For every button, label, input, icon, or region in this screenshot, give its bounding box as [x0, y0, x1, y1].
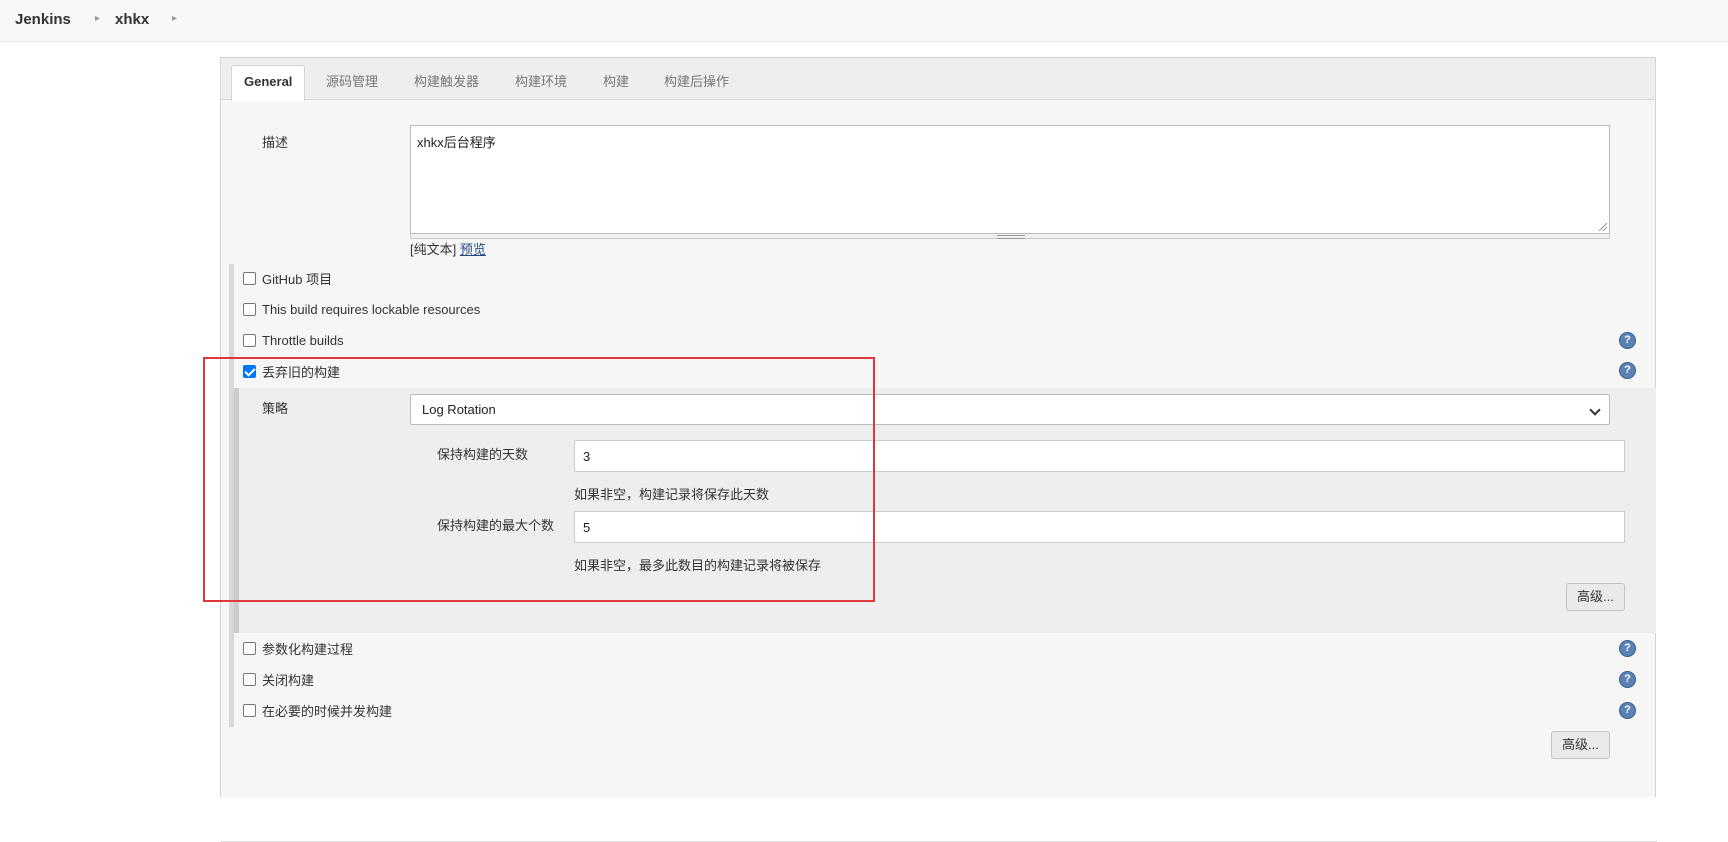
checkbox-label: Throttle builds [262, 332, 344, 348]
chevron-down-icon [1589, 404, 1601, 416]
description-label: 描述 [262, 135, 289, 150]
help-icon[interactable]: ? [1619, 640, 1636, 657]
description-textarea[interactable]: xhkx后台程序 [410, 125, 1610, 234]
checkbox-parameterized[interactable] [243, 641, 256, 655]
config-tabbar: General 源码管理 构建触发器 构建环境 构建 构建后操作 [221, 58, 1655, 101]
checkbox-concurrent-builds[interactable] [243, 703, 256, 717]
markup-format-note: [纯文本] 预览 [410, 239, 486, 258]
checkbox-lockable-resources[interactable] [243, 302, 256, 316]
tab-scm[interactable]: 源码管理 [326, 71, 378, 90]
advanced-button[interactable]: 高级... [1551, 731, 1610, 759]
option-github-project[interactable]: GitHub 项目 [243, 268, 332, 288]
tab-post-build[interactable]: 构建后操作 [664, 71, 729, 90]
option-throttle-builds[interactable]: Throttle builds [243, 330, 344, 350]
days-to-keep-hint: 如果非空，构建记录将保存此天数 [574, 487, 770, 502]
strategy-selected-value: Log Rotation [422, 402, 496, 417]
tab-environment[interactable]: 构建环境 [515, 71, 567, 90]
checkbox-label: 关闭构建 [262, 672, 315, 688]
checkbox-label: 参数化构建过程 [262, 641, 354, 657]
description-text: xhkx后台程序 [417, 135, 496, 150]
breadcrumb-job[interactable]: xhkx [115, 11, 149, 28]
checkbox-github-project[interactable] [243, 271, 256, 285]
advanced-button[interactable]: 高级... [1566, 583, 1625, 611]
markup-format-label: [纯文本] [410, 242, 457, 257]
days-to-keep-label: 保持构建的天数 [437, 447, 529, 462]
option-discard-old-builds[interactable]: 丢弃旧的构建 [243, 361, 340, 381]
breadcrumb-separator-icon: ▸ [95, 13, 101, 24]
checkbox-throttle-builds[interactable] [243, 333, 256, 347]
breadcrumb-separator-icon: ▸ [172, 13, 178, 24]
tab-build[interactable]: 构建 [603, 71, 629, 90]
max-builds-input[interactable]: 5 [574, 511, 1625, 543]
checkbox-label: This build requires lockable resources [262, 301, 481, 317]
option-concurrent-builds[interactable]: 在必要的时候并发构建 [243, 700, 392, 720]
breadcrumb: Jenkins ▸ xhkx ▸ [0, 0, 1728, 42]
strategy-label: 策略 [262, 401, 289, 416]
breadcrumb-jenkins[interactable]: Jenkins [15, 11, 71, 28]
checkbox-discard-old-builds[interactable] [243, 364, 256, 378]
help-icon[interactable]: ? [1619, 332, 1636, 349]
checkbox-label: 在必要的时候并发构建 [262, 703, 393, 719]
option-lockable-resources[interactable]: This build requires lockable resources [243, 299, 480, 319]
subsection-indicator-bar [234, 388, 239, 633]
help-icon[interactable]: ? [1619, 671, 1636, 688]
strategy-select[interactable]: Log Rotation [410, 394, 1610, 425]
textarea-grip[interactable] [410, 234, 1610, 239]
option-parameterized[interactable]: 参数化构建过程 [243, 638, 353, 658]
tab-triggers[interactable]: 构建触发器 [414, 71, 479, 90]
help-icon[interactable]: ? [1619, 362, 1636, 379]
job-config-panel: General 源码管理 构建触发器 构建环境 构建 构建后操作 描述 xhkx… [220, 57, 1657, 842]
max-builds-label: 保持构建的最大个数 [437, 518, 555, 533]
resize-handle-icon[interactable] [1599, 223, 1607, 231]
checkbox-disable-build[interactable] [243, 672, 256, 686]
preview-link[interactable]: 预览 [460, 242, 486, 257]
checkbox-label: 丢弃旧的构建 [262, 364, 341, 380]
option-disable-build[interactable]: 关闭构建 [243, 669, 314, 689]
days-to-keep-input[interactable]: 3 [574, 440, 1625, 472]
tab-general[interactable]: General [231, 65, 306, 101]
help-icon[interactable]: ? [1619, 702, 1636, 719]
max-builds-hint: 如果非空，最多此数目的构建记录将被保存 [574, 558, 822, 573]
checkbox-label: GitHub 项目 [262, 271, 333, 287]
